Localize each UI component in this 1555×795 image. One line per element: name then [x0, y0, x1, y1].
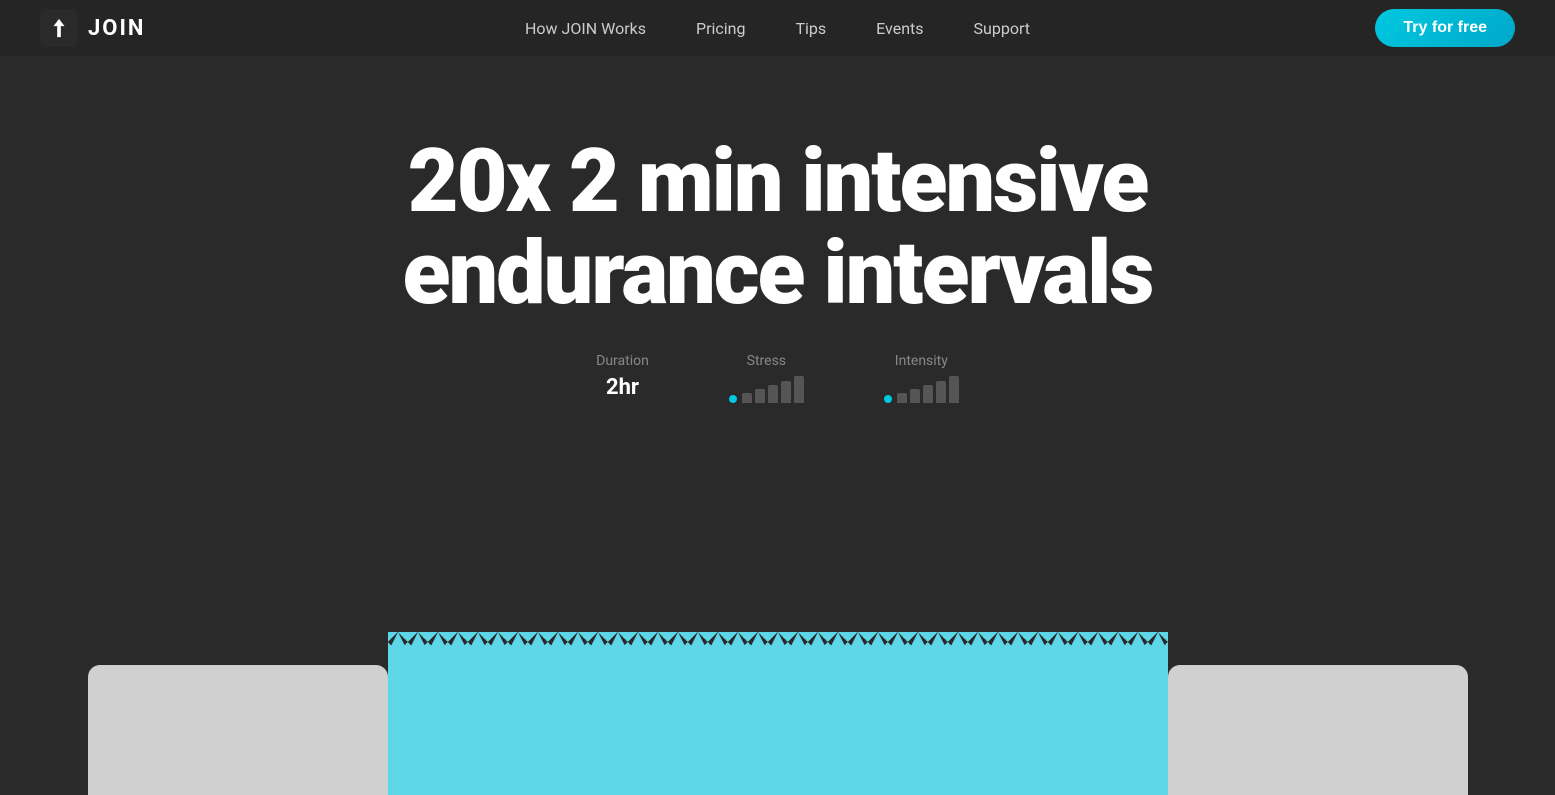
nav-link-tips[interactable]: Tips [795, 19, 826, 38]
stat-intensity: Intensity [884, 353, 959, 403]
card-main [388, 650, 1168, 795]
navbar: JOIN How JOIN Works Pricing Tips Events … [0, 0, 1555, 56]
stress-bar-2 [755, 389, 765, 403]
intensity-label: Intensity [895, 353, 948, 369]
stat-duration: Duration 2hr [596, 353, 649, 400]
stat-stress: Stress [729, 353, 804, 403]
nav-link-how-join-works[interactable]: How JOIN Works [525, 19, 646, 38]
stress-bar-4 [781, 381, 791, 403]
stress-label: Stress [747, 353, 786, 369]
hero-section: 20x 2 min intensive endurance intervals … [0, 56, 1555, 403]
intensity-bar-1 [897, 393, 907, 403]
logo-icon [40, 9, 78, 47]
duration-label: Duration [596, 353, 649, 369]
card-right [1168, 665, 1468, 795]
hero-title: 20x 2 min intensive endurance intervals [403, 136, 1153, 321]
workout-area [0, 650, 1555, 795]
stats-row: Duration 2hr Stress Intensity [596, 353, 959, 403]
nav-link-support[interactable]: Support [974, 19, 1030, 38]
stress-chart [729, 375, 804, 403]
intensity-bar-3 [923, 385, 933, 403]
duration-value: 2hr [606, 375, 639, 400]
intensity-bar-2 [910, 389, 920, 403]
try-for-free-button[interactable]: Try for free [1375, 9, 1515, 47]
stress-dot [729, 395, 737, 403]
zigzag-border [388, 630, 1168, 652]
intensity-dot [884, 395, 892, 403]
stress-bar-3 [768, 385, 778, 403]
stress-bar-5 [794, 376, 804, 403]
card-left [88, 665, 388, 795]
logo-text: JOIN [88, 16, 145, 41]
nav-link-pricing[interactable]: Pricing [696, 19, 746, 38]
intensity-bar-5 [949, 376, 959, 403]
logo-arrow-icon [48, 17, 70, 39]
intensity-bar-4 [936, 381, 946, 403]
logo[interactable]: JOIN [40, 9, 145, 47]
stress-bar-1 [742, 393, 752, 403]
intensity-chart [884, 375, 959, 403]
nav-links: How JOIN Works Pricing Tips Events Suppo… [525, 19, 1030, 38]
nav-link-events[interactable]: Events [876, 19, 923, 38]
